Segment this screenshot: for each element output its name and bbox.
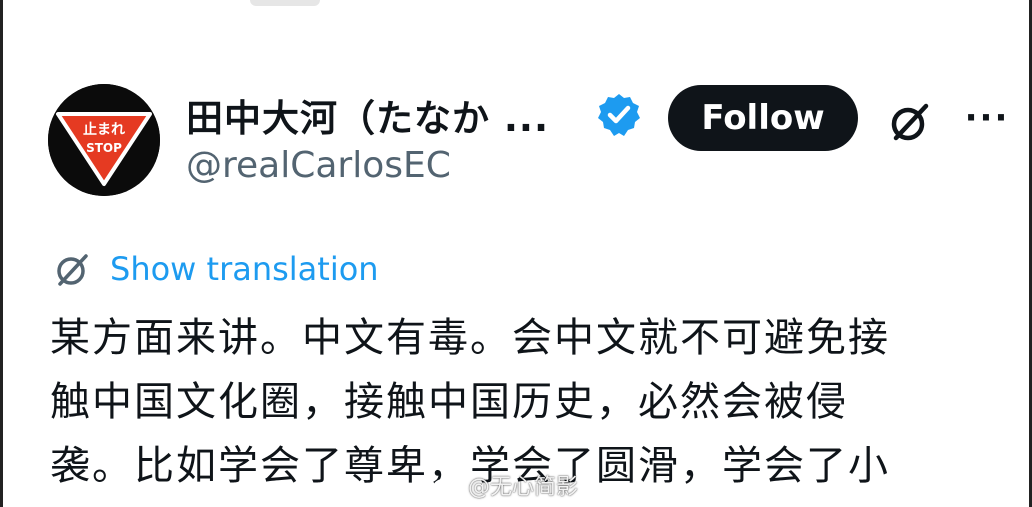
window-frame-left bbox=[0, 0, 3, 507]
tweet-text-line: 某方面来讲。中文有毒。会中文就不可避免接 bbox=[50, 315, 890, 361]
show-translation-label: Show translation bbox=[110, 250, 379, 288]
previous-element-fragment bbox=[250, 0, 330, 10]
avatar[interactable]: 止まれ STOP bbox=[48, 84, 160, 196]
grok-icon[interactable] bbox=[884, 96, 936, 148]
follow-button[interactable]: Follow bbox=[668, 85, 858, 151]
avatar-sign-top-text: 止まれ bbox=[83, 121, 125, 138]
weibo-logo-icon bbox=[433, 477, 461, 496]
more-options-button[interactable]: ··· bbox=[962, 98, 1012, 138]
watermark-text: @无心简影 bbox=[468, 475, 579, 500]
verified-badge-icon[interactable] bbox=[596, 92, 642, 138]
display-name[interactable]: 田中大河（たなか ... bbox=[186, 88, 549, 142]
show-translation-link[interactable]: Show translation bbox=[52, 246, 379, 292]
grok-translate-icon bbox=[57, 254, 88, 286]
user-handle[interactable]: @realCarlosEC bbox=[186, 145, 451, 186]
avatar-sign-bottom-text: STOP bbox=[86, 141, 122, 155]
tweet-text-line: 触中国文化圈，接触中国历史，必然会被侵 bbox=[50, 379, 848, 425]
watermark: @无心简影 bbox=[432, 470, 578, 500]
stop-sign-avatar-image: 止まれ STOP bbox=[48, 84, 160, 196]
